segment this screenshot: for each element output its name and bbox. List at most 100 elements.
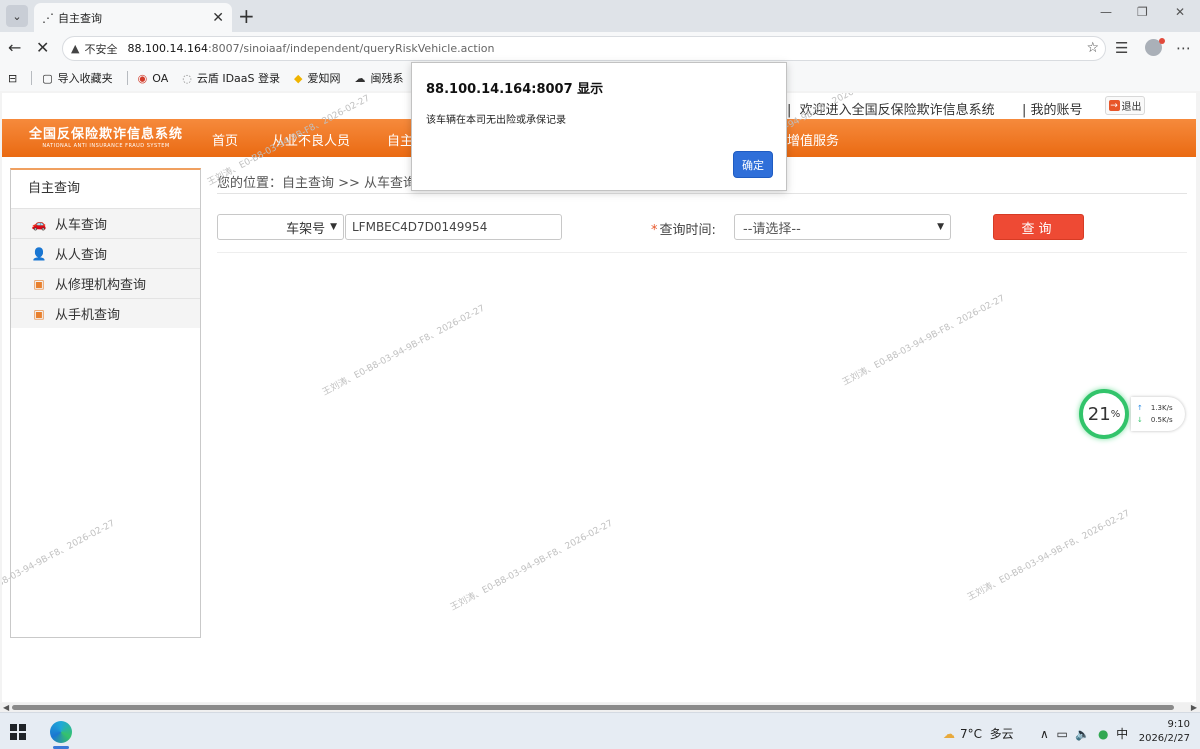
favorite-star-icon[interactable]: ☆ bbox=[1086, 40, 1099, 56]
back-icon[interactable]: ← bbox=[8, 38, 21, 57]
system-tray: ∧ ▭ 🔈 ● 中 bbox=[1040, 725, 1128, 742]
watermark: 王刘涛、E0-B8-03-94-9B-F8、2026-02-27 bbox=[841, 293, 1007, 389]
sidebar-item-person[interactable]: 👤 从人查询 bbox=[11, 238, 200, 268]
watermark: 王刘涛、E0-B8-03-94-9B-F8、2026-02-27 bbox=[966, 508, 1132, 604]
import-icon: ▢ bbox=[42, 71, 53, 85]
more-menu-icon[interactable]: ⋯ bbox=[1176, 39, 1191, 57]
chevron-up-icon[interactable]: ∧ bbox=[1040, 727, 1049, 741]
bookmark-label: 导入收藏夹 bbox=[57, 72, 113, 85]
horizontal-scrollbar[interactable]: ◀ ▶ bbox=[0, 703, 1200, 712]
menu-self-query[interactable]: 自主 bbox=[387, 130, 413, 149]
sidebar-item-label: 从人查询 bbox=[55, 248, 108, 263]
clock-time: 9:10 bbox=[1167, 719, 1190, 730]
favorites-list-icon[interactable]: ☰ bbox=[1115, 39, 1128, 57]
download-arrow-icon: ↓ bbox=[1137, 416, 1143, 424]
breadcrumb: 您的位置：自主查询 >> 从车查询 bbox=[217, 176, 417, 191]
app-tray-icon[interactable]: ● bbox=[1098, 727, 1108, 741]
id-type-select[interactable]: 车架号 ▼ bbox=[217, 214, 344, 240]
watermark: 王刘涛、E0-B8-03-94-9B-F8、2026-02-27 bbox=[449, 518, 615, 614]
cloud-icon: ☁ bbox=[354, 71, 366, 85]
usage-percent-sign: % bbox=[1110, 408, 1121, 420]
address-bar[interactable]: ▲ 不安全 88.100.14.164:8007/sinoiaaf/indepe… bbox=[62, 36, 1106, 61]
new-tab-icon[interactable]: + bbox=[238, 4, 255, 28]
required-mark: * bbox=[651, 223, 658, 238]
query-time-text: 查询时间: bbox=[659, 223, 716, 238]
url-path: :8007/sinoiaaf/independent/queryRiskVehi… bbox=[207, 42, 495, 55]
close-window-icon[interactable]: ✕ bbox=[1175, 5, 1185, 19]
my-account-label: 我的账号 bbox=[1030, 103, 1083, 118]
idaas-icon: ◌ bbox=[182, 71, 192, 85]
upload-arrow-icon: ↑ bbox=[1137, 404, 1143, 412]
logout-icon: → bbox=[1108, 100, 1120, 111]
dialog-message: 该车辆在本司无出险或承保记录 bbox=[426, 115, 566, 126]
car-icon: 🚗 bbox=[31, 216, 47, 231]
ime-indicator[interactable]: 中 bbox=[1116, 727, 1128, 741]
person-icon: 👤 bbox=[31, 246, 47, 261]
upload-speed: 1.3K/s bbox=[1150, 404, 1173, 412]
chevron-down-icon: ▼ bbox=[937, 222, 944, 232]
bookmark-label: 云盾 IDaaS 登录 bbox=[196, 72, 281, 85]
site-logo: 全国反保险欺诈信息系统 NATIONAL ANTI INSURANCE FRAU… bbox=[16, 123, 196, 153]
query-button[interactable]: 查询 bbox=[993, 214, 1084, 240]
vin-input[interactable]: LFMBEC4D7D0149954 bbox=[345, 214, 562, 240]
watermark: 王刘涛、E0-B8-03-94-9B-F8、2026-02-27 bbox=[321, 303, 487, 399]
reading-mode-icon[interactable]: ⊟ bbox=[8, 72, 17, 85]
sidebar-item-phone[interactable]: ▣ 从手机查询 bbox=[11, 298, 200, 328]
tab-list-button[interactable]: ⌄ bbox=[6, 5, 28, 27]
sidebar-item-vehicle[interactable]: 🚗 从车查询 bbox=[11, 208, 200, 238]
sidebar-item-label: 从修理机构查询 bbox=[55, 278, 147, 293]
id-type-value: 车架号 bbox=[286, 221, 326, 237]
building-icon: ▣ bbox=[33, 276, 45, 291]
query-time-select[interactable]: --请选择-- ▼ bbox=[734, 214, 951, 240]
volume-icon[interactable]: 🔈 bbox=[1075, 727, 1090, 741]
alert-dialog: 88.100.14.164:8007 显示 该车辆在本司无出险或承保记录 确定 bbox=[411, 62, 787, 191]
bookmark-oa[interactable]: ◉ OA bbox=[138, 72, 169, 85]
dialog-ok-button[interactable]: 确定 bbox=[733, 151, 773, 178]
logo-subtitle: NATIONAL ANTI INSURANCE FRAUD SYSTEM bbox=[42, 143, 170, 149]
profile-badge-icon bbox=[1159, 38, 1165, 44]
query-time-value: --请选择-- bbox=[743, 221, 801, 237]
sidebar-item-repair-shop[interactable]: ▣ 从修理机构查询 bbox=[11, 268, 200, 298]
sidebar-header: 自主查询 bbox=[28, 181, 81, 196]
logout-label: 退出 bbox=[1121, 102, 1142, 113]
clock-date: 2026/2/27 bbox=[1138, 733, 1190, 744]
browser-tab-bar: ⌄ ⋰ 自主查询 ✕ + — ❐ ✕ bbox=[0, 0, 1200, 32]
scroll-left-icon[interactable]: ◀ bbox=[3, 703, 9, 712]
aizhi-icon: ◆ bbox=[294, 71, 303, 85]
sidebar-item-label: 从手机查询 bbox=[55, 308, 121, 323]
sidebar-item-label: 从车查询 bbox=[55, 218, 108, 233]
my-account-link[interactable]: | 我的账号 bbox=[1022, 99, 1083, 118]
edge-browser-icon[interactable] bbox=[50, 721, 72, 743]
system-clock[interactable]: 9:10 2026/2/27 bbox=[1138, 718, 1190, 746]
not-secure-label: 不安全 bbox=[84, 42, 118, 56]
logo-title: 全国反保险欺诈信息系统 bbox=[28, 127, 183, 142]
warning-icon: ▲ bbox=[71, 42, 80, 55]
network-icon[interactable]: ▭ bbox=[1056, 727, 1067, 741]
bookmark-separator bbox=[126, 71, 128, 85]
dialog-title: 88.100.14.164:8007 显示 bbox=[426, 82, 604, 97]
phone-icon: ▣ bbox=[33, 306, 45, 321]
scrollbar-thumb[interactable] bbox=[12, 705, 1174, 710]
oa-icon: ◉ bbox=[137, 71, 148, 85]
bookmark-idaas[interactable]: ◌ 云盾 IDaaS 登录 bbox=[182, 70, 280, 86]
bookmark-aizhi[interactable]: ◆ 爱知网 bbox=[294, 70, 340, 86]
tab-close-icon[interactable]: ✕ bbox=[212, 10, 224, 26]
form-divider bbox=[217, 252, 1187, 253]
bookmark-mincan[interactable]: ☁ 闽残系 bbox=[354, 70, 403, 86]
menu-home[interactable]: 首页 bbox=[212, 130, 238, 149]
weather-widget[interactable]: ☁ 7°C 多云 bbox=[943, 725, 1014, 742]
restore-icon[interactable]: ❐ bbox=[1137, 5, 1148, 19]
minimize-icon[interactable]: — bbox=[1100, 5, 1112, 19]
scroll-right-icon[interactable]: ▶ bbox=[1191, 703, 1197, 712]
stop-loading-icon[interactable]: ✕ bbox=[36, 38, 49, 57]
windows-start-icon[interactable] bbox=[10, 724, 26, 740]
browser-tab-active[interactable]: ⋰ 自主查询 ✕ bbox=[34, 3, 232, 32]
tab-favicon-icon: ⋰ bbox=[42, 10, 54, 25]
bookmark-label: 爱知网 bbox=[307, 72, 341, 85]
menu-value-added[interactable]: 增值服务 bbox=[787, 130, 839, 149]
network-usage-widget[interactable]: 21% bbox=[1079, 389, 1129, 439]
logout-button[interactable]: → 退出 bbox=[1105, 96, 1145, 115]
cloudy-weather-icon: ☁ bbox=[943, 727, 955, 741]
download-speed: 0.5K/s bbox=[1150, 416, 1173, 424]
bookmark-import[interactable]: ▢ 导入收藏夹 bbox=[42, 70, 112, 86]
